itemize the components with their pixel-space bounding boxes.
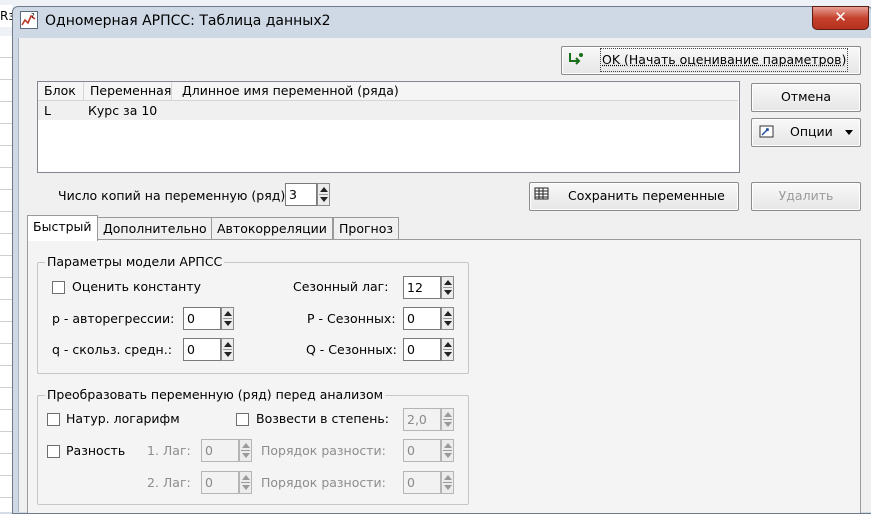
cell-block: L: [44, 103, 51, 118]
order2-label: Порядок разности:: [261, 475, 386, 490]
seasonal-p-label: P - Сезонных:: [307, 311, 396, 326]
tab-forecast[interactable]: Прогноз: [333, 217, 400, 240]
lag2-label: 2. Лаг:: [147, 475, 191, 490]
p-spinner[interactable]: 0: [183, 307, 235, 330]
cell-variable: Курс за 10: [88, 103, 158, 118]
tab-autocorrelations[interactable]: Автокорреляции: [211, 217, 333, 240]
cell-long-name: [176, 101, 582, 120]
seasonal-p-input[interactable]: 0: [403, 307, 441, 330]
seasonal-lag-spinner[interactable]: 12: [403, 276, 455, 299]
seasonal-p-spinner[interactable]: 0: [403, 307, 455, 330]
tab-advanced[interactable]: Дополнительно: [97, 217, 213, 240]
delete-button[interactable]: Удалить: [751, 182, 861, 211]
lag1-label: 1. Лаг:: [147, 443, 191, 458]
power-spin-buttons[interactable]: [441, 408, 454, 431]
natural-log-label[interactable]: Натур. логарифм: [66, 411, 180, 427]
seasonal-q-spinner[interactable]: 0: [403, 338, 455, 361]
lag1-spin-buttons[interactable]: [239, 439, 252, 462]
grid-icon: [534, 187, 549, 200]
lag1-input[interactable]: 0: [201, 439, 239, 462]
q-input[interactable]: 0: [183, 338, 221, 361]
cancel-button[interactable]: Отмена: [751, 83, 861, 112]
lag2-input[interactable]: 0: [201, 471, 239, 494]
power-spinner[interactable]: 2,0: [403, 408, 455, 431]
power-input[interactable]: 2,0: [403, 408, 441, 431]
q-label: q - скольз. средн.:: [52, 342, 172, 357]
difference-checkbox[interactable]: [47, 445, 60, 458]
p-label: p - авторегрессии:: [52, 311, 175, 326]
copies-spin-buttons[interactable]: [317, 183, 330, 206]
copies-input[interactable]: 3: [285, 183, 317, 206]
seasonal-lag-input[interactable]: 12: [403, 276, 441, 299]
column-header-variable[interactable]: Переменная: [84, 82, 172, 100]
order2-spinner[interactable]: 0: [403, 471, 455, 494]
estimate-constant-checkbox[interactable]: [52, 281, 65, 294]
close-button[interactable]: ✕: [812, 6, 869, 30]
difference-label[interactable]: Разность: [66, 443, 125, 459]
options-button[interactable]: Опции: [751, 118, 861, 147]
lag2-spinner[interactable]: 0: [201, 471, 253, 494]
list-header: Блок Переменная Длинное имя переменной (…: [38, 82, 738, 101]
window-title: Одномерная АРПСС: Таблица данных2: [45, 13, 331, 29]
list-row[interactable]: L Курс за 10: [38, 101, 738, 120]
p-input[interactable]: 0: [183, 307, 221, 330]
ok-button-label: OK (Начать оценивание параметров): [600, 48, 849, 72]
order2-input[interactable]: 0: [403, 471, 441, 494]
q-spinner[interactable]: 0: [183, 338, 235, 361]
options-button-label: Опции: [790, 124, 833, 139]
column-header-long-name[interactable]: Длинное имя переменной (ряда): [176, 82, 737, 100]
ok-button[interactable]: OK (Начать оценивание параметров): [561, 46, 861, 75]
seasonal-q-label: Q - Сезонных:: [306, 342, 397, 357]
svg-text:?: ?: [31, 12, 35, 20]
power-checkbox[interactable]: [236, 413, 249, 426]
seasonal-lag-spin-buttons[interactable]: [441, 276, 454, 299]
order2-spin-buttons[interactable]: [441, 471, 454, 494]
lag2-spin-buttons[interactable]: [239, 471, 252, 494]
tab-quick[interactable]: Быстрый: [27, 215, 98, 241]
seasonal-q-spin-buttons[interactable]: [441, 338, 454, 361]
save-variables-label: Сохранить переменные: [568, 188, 725, 203]
seasonal-lag-label: Сезонный лаг:: [293, 279, 389, 294]
seasonal-p-spin-buttons[interactable]: [441, 307, 454, 330]
arima-chart-icon: ?: [20, 11, 38, 29]
options-icon: [759, 125, 774, 138]
lag1-spinner[interactable]: 0: [201, 439, 253, 462]
seasonal-q-input[interactable]: 0: [403, 338, 441, 361]
save-variables-button[interactable]: Сохранить переменные: [529, 182, 739, 211]
order1-spinner[interactable]: 0: [403, 439, 455, 462]
natural-log-checkbox[interactable]: [47, 413, 60, 426]
estimate-constant-label[interactable]: Оценить константу: [72, 279, 201, 295]
order1-input[interactable]: 0: [403, 439, 441, 462]
column-header-block[interactable]: Блок: [38, 82, 84, 100]
copies-spinner[interactable]: 3: [285, 183, 330, 206]
order1-spin-buttons[interactable]: [441, 439, 454, 462]
p-spin-buttons[interactable]: [221, 307, 234, 330]
model-parameters-title: Параметры модели АРПСС: [45, 254, 225, 270]
q-spin-buttons[interactable]: [221, 338, 234, 361]
run-icon: [569, 53, 583, 65]
dropdown-arrow-icon: [845, 130, 853, 135]
copies-label: Число копий на переменную (ряд):: [58, 188, 290, 203]
transform-title: Преобразовать переменную (ряд) перед ана…: [45, 387, 386, 403]
power-label[interactable]: Возвести в степень:: [256, 411, 389, 427]
order1-label: Порядок разности:: [261, 443, 386, 458]
background-cell-text: Rз: [0, 5, 12, 27]
